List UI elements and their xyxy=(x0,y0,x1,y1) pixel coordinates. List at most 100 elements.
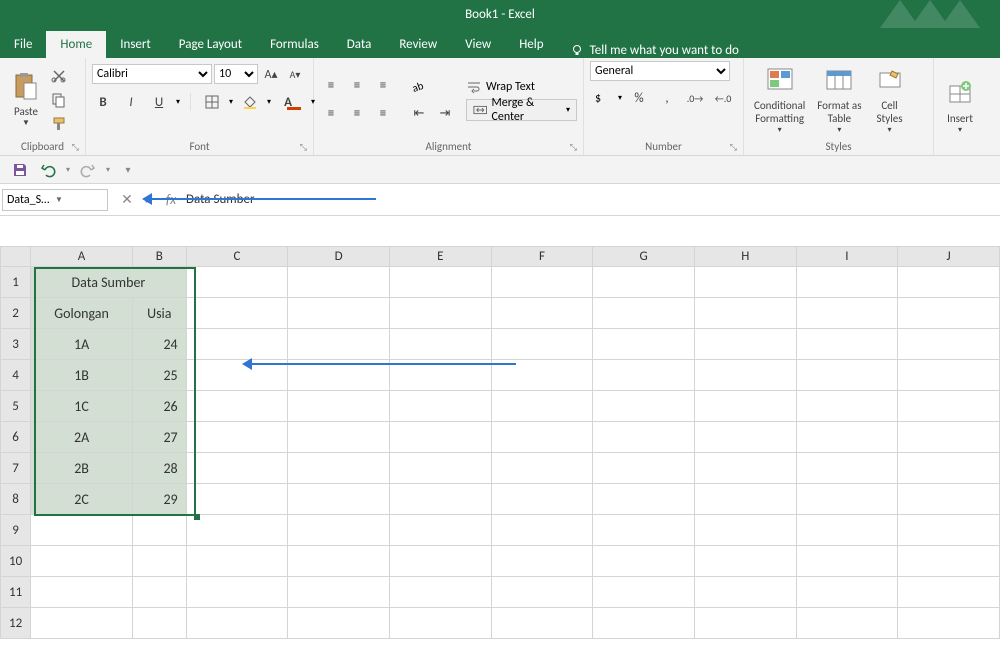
cell-D5[interactable] xyxy=(288,391,390,422)
align-top-button[interactable]: ≡ xyxy=(320,75,342,97)
row-header-12[interactable]: 12 xyxy=(1,608,31,639)
cell-I12[interactable] xyxy=(796,608,898,639)
cell-C9[interactable] xyxy=(186,515,288,546)
cell-E7[interactable] xyxy=(389,453,491,484)
increase-font-button[interactable]: A▴ xyxy=(260,63,282,85)
cell-J6[interactable] xyxy=(898,422,1000,453)
row-header-5[interactable]: 5 xyxy=(1,391,31,422)
cell-J8[interactable] xyxy=(898,484,1000,515)
column-header-G[interactable]: G xyxy=(593,247,695,267)
italic-button[interactable]: I xyxy=(120,91,142,113)
redo-button[interactable] xyxy=(78,160,98,180)
cell-I2[interactable] xyxy=(796,298,898,329)
cell-styles-button[interactable]: Cell Styles▾ xyxy=(870,63,910,137)
cell-F1[interactable] xyxy=(491,267,593,298)
cell-G10[interactable] xyxy=(593,546,695,577)
cell-D12[interactable] xyxy=(288,608,390,639)
cell-C3[interactable] xyxy=(186,329,288,360)
cell-E6[interactable] xyxy=(389,422,491,453)
cell-A10[interactable] xyxy=(31,546,133,577)
cell-C7[interactable] xyxy=(186,453,288,484)
cell-A2[interactable]: Golongan xyxy=(31,298,133,329)
tab-page-layout[interactable]: Page Layout xyxy=(165,31,256,58)
cell-F3[interactable] xyxy=(491,329,593,360)
cell-C10[interactable] xyxy=(186,546,288,577)
cell-A6[interactable]: 2A xyxy=(31,422,133,453)
cell-G8[interactable] xyxy=(593,484,695,515)
conditional-formatting-button[interactable]: Conditional Formatting▾ xyxy=(750,63,809,137)
row-header-9[interactable]: 9 xyxy=(1,515,31,546)
cell-B6[interactable]: 27 xyxy=(132,422,186,453)
undo-button[interactable] xyxy=(38,160,58,180)
cell-J5[interactable] xyxy=(898,391,1000,422)
cell-C1[interactable] xyxy=(186,267,288,298)
cell-G2[interactable] xyxy=(593,298,695,329)
cell-H12[interactable] xyxy=(694,608,796,639)
cell-I8[interactable] xyxy=(796,484,898,515)
cell-B2[interactable]: Usia xyxy=(132,298,186,329)
border-button[interactable] xyxy=(201,91,223,113)
cell-F12[interactable] xyxy=(491,608,593,639)
cell-H3[interactable] xyxy=(694,329,796,360)
row-header-8[interactable]: 8 xyxy=(1,484,31,515)
fill-color-button[interactable] xyxy=(239,91,261,113)
cell-I10[interactable] xyxy=(796,546,898,577)
align-middle-button[interactable]: ≡ xyxy=(346,75,368,97)
tab-file[interactable]: File xyxy=(0,31,46,58)
comma-button[interactable]: , xyxy=(656,87,678,109)
cell-E1[interactable] xyxy=(389,267,491,298)
cell-E2[interactable] xyxy=(389,298,491,329)
cell-G7[interactable] xyxy=(593,453,695,484)
cell-F9[interactable] xyxy=(491,515,593,546)
column-header-D[interactable]: D xyxy=(288,247,390,267)
cell-J12[interactable] xyxy=(898,608,1000,639)
cell-J11[interactable] xyxy=(898,577,1000,608)
fill-handle[interactable] xyxy=(194,514,200,520)
font-dialog-launcher[interactable]: ⤡ xyxy=(300,142,307,153)
cell-A11[interactable] xyxy=(31,577,133,608)
cell-F2[interactable] xyxy=(491,298,593,329)
column-header-F[interactable]: F xyxy=(491,247,593,267)
align-bottom-button[interactable]: ≡ xyxy=(372,75,394,97)
cell-B3[interactable]: 24 xyxy=(132,329,186,360)
cell-I1[interactable] xyxy=(796,267,898,298)
cell-B10[interactable] xyxy=(132,546,186,577)
cell-G4[interactable] xyxy=(593,360,695,391)
cell-J7[interactable] xyxy=(898,453,1000,484)
cell-J10[interactable] xyxy=(898,546,1000,577)
select-all-corner[interactable] xyxy=(1,247,31,267)
cell-B5[interactable]: 26 xyxy=(132,391,186,422)
tab-home[interactable]: Home xyxy=(46,31,106,58)
tell-me-search[interactable]: Tell me what you want to do xyxy=(558,43,739,58)
worksheet-grid[interactable]: ABCDEFGHIJ1Data Sumber2GolonganUsia31A24… xyxy=(0,216,1000,667)
cell-I9[interactable] xyxy=(796,515,898,546)
row-header-11[interactable]: 11 xyxy=(1,577,31,608)
cell-H2[interactable] xyxy=(694,298,796,329)
increase-indent-button[interactable]: ⇥ xyxy=(434,103,456,125)
column-header-B[interactable]: B xyxy=(132,247,186,267)
cell-D1[interactable] xyxy=(288,267,390,298)
tab-help[interactable]: Help xyxy=(505,31,557,58)
cell-A3[interactable]: 1A xyxy=(31,329,133,360)
decrease-font-button[interactable]: A▾ xyxy=(284,63,306,85)
cell-I11[interactable] xyxy=(796,577,898,608)
cell-I3[interactable] xyxy=(796,329,898,360)
decrease-decimal-button[interactable]: ←.0 xyxy=(712,87,734,109)
cell-E8[interactable] xyxy=(389,484,491,515)
cell-A12[interactable] xyxy=(31,608,133,639)
bold-button[interactable]: B xyxy=(92,91,114,113)
cell-F5[interactable] xyxy=(491,391,593,422)
cell-G1[interactable] xyxy=(593,267,695,298)
qat-customize[interactable]: ▾ xyxy=(118,160,138,180)
number-format-select[interactable]: General xyxy=(590,61,730,81)
cell-E11[interactable] xyxy=(389,577,491,608)
cell-H9[interactable] xyxy=(694,515,796,546)
cell-G9[interactable] xyxy=(593,515,695,546)
cell-G3[interactable] xyxy=(593,329,695,360)
cell-A9[interactable] xyxy=(31,515,133,546)
cell-B4[interactable]: 25 xyxy=(132,360,186,391)
cell-E9[interactable] xyxy=(389,515,491,546)
name-box[interactable]: Data_Sum... ▼ xyxy=(2,189,108,211)
wrap-text-button[interactable]: Wrap Text xyxy=(466,79,577,95)
cell-C6[interactable] xyxy=(186,422,288,453)
